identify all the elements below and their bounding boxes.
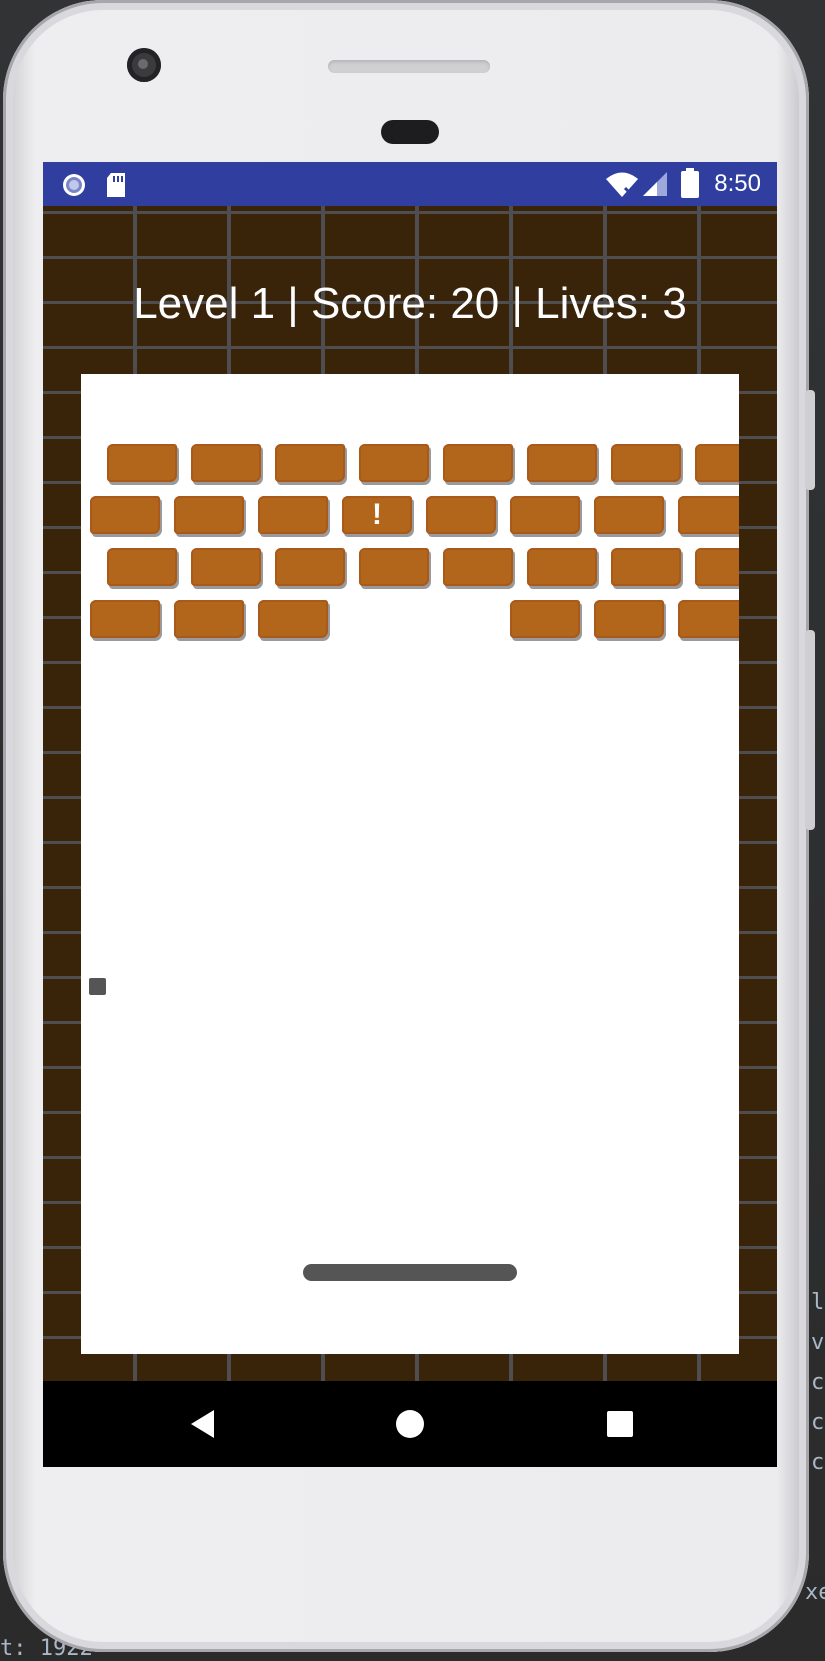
brick [695,444,739,482]
home-icon[interactable] [387,1401,433,1447]
phone-frame: 8:50 Level 1 | Score: 20 | Lives: 3 ! [3,0,815,1652]
ide-side-text-5: c [811,1450,825,1475]
special-brick-symbol: ! [372,498,382,531]
brick [275,444,345,482]
status-bar: 8:50 [43,162,777,206]
brick [594,496,664,534]
brick [678,600,739,638]
status-time: 8:50 [714,170,761,197]
ide-side-text-1: l [811,1290,825,1315]
game-hud: Level 1 | Score: 20 | Lives: 3 [133,279,687,328]
device-screen: 8:50 Level 1 | Score: 20 | Lives: 3 ! [43,162,777,1467]
brick [359,444,429,482]
brick [443,548,513,586]
ide-side-text-2: v [811,1330,825,1355]
brick [191,548,261,586]
circle-dot-icon [61,172,87,203]
brick [678,496,739,534]
power-button [805,630,815,830]
volume-button [805,390,815,490]
brick [594,600,664,638]
brick [258,600,328,638]
brick [90,496,160,534]
special-brick: ! [342,496,412,534]
recents-icon[interactable] [597,1401,643,1447]
brick [611,444,681,482]
ide-side-text-6: xe [805,1580,825,1605]
back-icon[interactable] [179,1401,225,1447]
battery-icon [681,168,699,203]
brick [174,496,244,534]
brick [527,444,597,482]
sd-card-icon [105,172,127,203]
brick [359,548,429,586]
ide-side-text-4: c [811,1410,825,1435]
front-camera [127,48,161,82]
wifi-icon [605,170,639,203]
brick [191,444,261,482]
brick [107,444,177,482]
brick [275,548,345,586]
game-screen[interactable]: Level 1 | Score: 20 | Lives: 3 ! [43,206,777,1381]
brick [510,600,580,638]
brick [426,496,496,534]
paddle[interactable] [303,1264,517,1281]
brick [107,548,177,586]
brick [527,548,597,586]
earpiece-speaker [328,60,490,73]
ball [89,978,106,995]
playfield[interactable]: ! [81,374,739,1354]
brick [258,496,328,534]
brick [174,600,244,638]
brick [695,548,739,586]
ide-side-text-3: c [811,1370,825,1395]
brick [611,548,681,586]
proximity-sensor [381,120,439,144]
brick [510,496,580,534]
brick [443,444,513,482]
brick [90,600,160,638]
signal-icon [641,170,669,203]
navigation-bar [43,1381,777,1467]
